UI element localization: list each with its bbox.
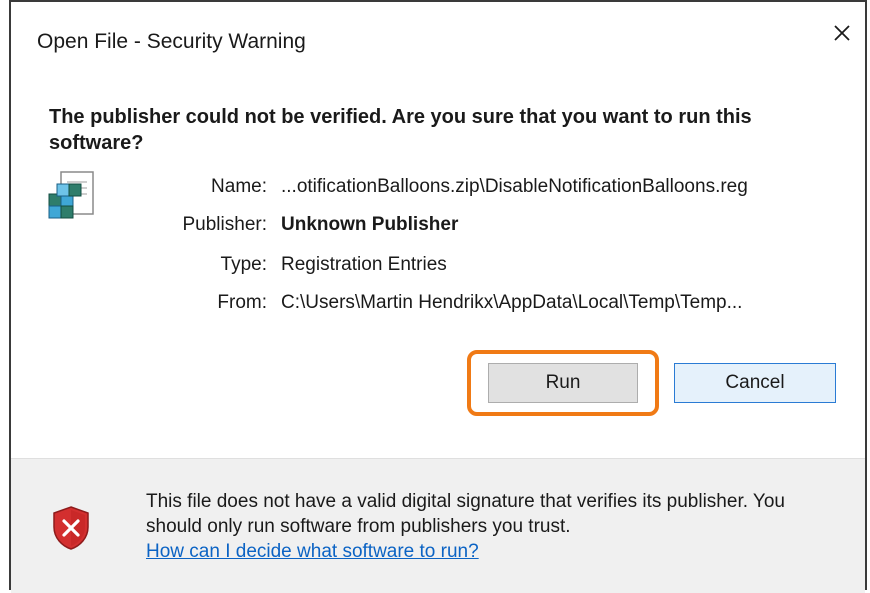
cancel-button[interactable]: Cancel [674,363,836,403]
detail-value: Unknown Publisher [281,214,459,235]
verification-question: The publisher could not be verified. Are… [49,106,752,154]
detail-label: From: [217,292,267,313]
detail-row: From: C:\Users\Martin Hendrikx\AppData\Lo… [11,290,865,316]
security-warning-dialog: Open File - Security Warning The publish… [9,0,867,593]
detail-label: Type: [220,254,267,275]
detail-label: Name: [211,176,267,197]
close-icon [834,25,850,41]
detail-value: C:\Users\Martin Hendrikx\AppData\Local\T… [281,292,743,313]
warning-message: This file does not have a valid digital … [146,491,785,537]
detail-value: ...otificationBalloons.zip\DisableNotifi… [281,176,748,197]
detail-row: Name: ...otificationBalloons.zip\DisableN… [11,174,865,200]
detail-row: Publisher: Unknown Publisher [11,212,865,238]
warning-message-block: This file does not have a valid digital … [146,489,846,564]
title-bar: Open File - Security Warning [11,2,865,80]
detail-label: Publisher: [182,214,268,235]
detail-value: Registration Entries [281,254,447,275]
close-button[interactable] [825,16,859,50]
detail-row: Type: Registration Entries [11,252,865,278]
window-title: Open File - Security Warning [37,30,306,53]
run-button[interactable]: Run [488,363,638,403]
help-link[interactable]: How can I decide what software to run? [146,541,479,562]
warning-footer: This file does not have a valid digital … [11,458,865,593]
warning-shield-icon [51,505,91,551]
